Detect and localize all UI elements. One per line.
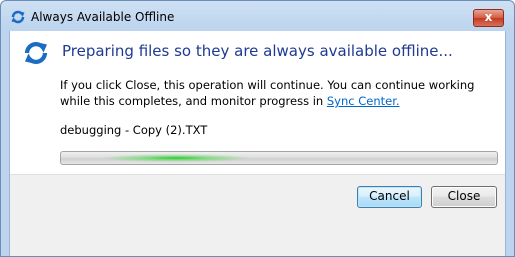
- dialog-description: If you click Close, this operation will …: [60, 77, 500, 109]
- window-title: Always Available Offline: [31, 10, 175, 24]
- close-button[interactable]: Close: [431, 186, 497, 208]
- dialog-content: Preparing files so they are always avail…: [10, 31, 505, 174]
- title-bar[interactable]: Always Available Offline x: [1, 1, 514, 31]
- sync-icon: [10, 9, 26, 25]
- dialog-heading: Preparing files so they are always avail…: [62, 42, 453, 60]
- dialog-footer: Cancel Close: [10, 174, 505, 256]
- cancel-button[interactable]: Cancel: [357, 186, 422, 208]
- sync-icon: [22, 39, 50, 67]
- dialog-client: Preparing files so they are always avail…: [9, 31, 506, 256]
- window-close-button[interactable]: x: [473, 9, 504, 27]
- progress-indicator: [101, 154, 251, 162]
- description-text: If you click Close, this operation will …: [60, 78, 475, 108]
- dialog-window: Always Available Offline x Preparing fil…: [0, 0, 515, 257]
- current-file-label: debugging - Copy (2).TXT: [60, 123, 208, 137]
- progress-bar: [60, 151, 498, 165]
- sync-center-link[interactable]: Sync Center.: [327, 94, 400, 108]
